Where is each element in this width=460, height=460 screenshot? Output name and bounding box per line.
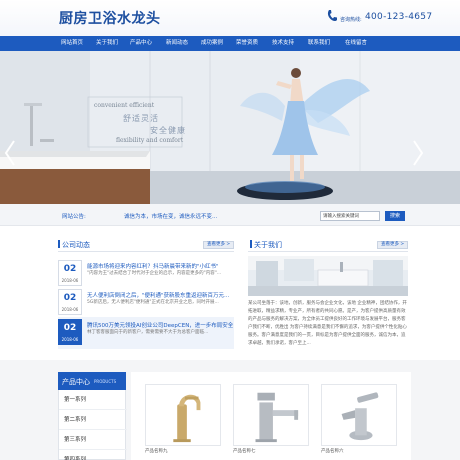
about-more-button[interactable]: 查看更多 >	[377, 241, 409, 249]
nav-item-home[interactable]: 网站首页	[58, 36, 86, 51]
hotline: 咨询热线: 400-123-4657	[327, 9, 457, 29]
chevron-right-icon[interactable]	[411, 139, 425, 167]
product-name[interactable]: 产品名称七	[233, 448, 256, 454]
site-header: 厨房卫浴水龙头 咨询热线: 400-123-4657	[0, 0, 460, 36]
product-image[interactable]	[233, 384, 309, 446]
product-list: 产品名称九 产品名称七 产品名称六	[131, 372, 411, 460]
about-image	[248, 256, 408, 296]
slogan-en-line-2: flexibility and comfort	[116, 137, 184, 144]
hotline-number: 400-123-4657	[365, 12, 433, 22]
product-nav-title: 产品中心	[62, 378, 90, 386]
news-date-day: 02	[63, 264, 77, 274]
product-nav-list: 第一系列 第二系列 第三系列 第四系列	[58, 390, 127, 460]
news-date-ym: 2018-06	[61, 337, 79, 342]
about-heading-bar	[250, 240, 252, 248]
product-nav-subtitle: PRODUCTS	[94, 379, 117, 384]
nav-item-message[interactable]: 在线留言	[342, 36, 370, 51]
news-heading: 公司动态	[62, 241, 90, 249]
product-card[interactable]: 产品名称九	[145, 384, 221, 460]
news-date-ym: 2018-06	[61, 278, 79, 283]
news-date-day: 02	[63, 293, 77, 303]
product-category-item[interactable]: 第一系列	[59, 390, 127, 410]
product-image[interactable]	[321, 384, 397, 446]
main-nav: 网站首页 关于我们 产品中心 新闻动态 成功案例 荣誉资质 技术支持 联系我们 …	[0, 36, 460, 51]
nav-item-honors[interactable]: 荣誉资质	[233, 36, 261, 51]
slogan-en-line-1: convenient efficient	[94, 102, 155, 109]
product-card[interactable]: 产品名称六	[321, 384, 397, 460]
product-card[interactable]: 产品名称七	[233, 384, 309, 460]
news-item[interactable]: 02 2018-06 无人便利店倒闭之后，"便利通"获新股东重返迎新百万元...…	[58, 287, 234, 319]
search-button[interactable]: 搜索	[385, 211, 405, 221]
news-title[interactable]: 能源市场将迎来内容红利？抖马新晨带来新的"小红书"	[87, 262, 233, 270]
product-category-item[interactable]: 第三系列	[59, 430, 127, 450]
about-text: 某公司坐落于：该地，创新，服务与会企业文化，该地 企业精神，团结协作，开拓进取，…	[248, 301, 407, 346]
notice-label: 网站公告:	[62, 214, 86, 220]
nav-item-products[interactable]: 产品中心	[127, 36, 155, 51]
news-desc: "内容为王"过去结合了时代对于企业的启示，内容是更多的"内容"...	[87, 271, 222, 276]
product-category-item[interactable]: 第二系列	[59, 410, 127, 430]
nav-item-support[interactable]: 技术支持	[269, 36, 297, 51]
news-desc: 林丁客客服面向于的新客户，需要需要不大于为总客户面临...	[87, 330, 209, 335]
phone-icon	[327, 10, 337, 22]
nav-item-about[interactable]: 关于我们	[93, 36, 121, 51]
news-title[interactable]: 腾讯500万美元领投AI创业公司DeepCEN，进一步布局安全AI	[87, 321, 233, 329]
product-nav-header: 产品中心 PRODUCTS	[58, 372, 126, 390]
product-name[interactable]: 产品名称六	[321, 448, 344, 454]
news-more-button[interactable]: 查看更多 >	[203, 241, 235, 249]
about-heading: 关于我们	[254, 241, 282, 249]
product-image[interactable]	[145, 384, 221, 446]
chevron-left-icon[interactable]	[3, 139, 17, 167]
nav-item-contact[interactable]: 联系我们	[305, 36, 333, 51]
news-date: 02 2018-06	[58, 319, 82, 345]
news-divider	[58, 251, 234, 252]
banner-illustration	[0, 51, 460, 204]
news-date-ym: 2018-06	[61, 307, 79, 312]
product-category-item[interactable]: 第四系列	[59, 450, 127, 460]
news-title[interactable]: 无人便利店倒闭之后，"便利通"获新股东重返迎新百万元...	[87, 291, 233, 299]
hotline-label: 咨询热线:	[340, 17, 362, 23]
about-divider	[248, 251, 408, 252]
product-name[interactable]: 产品名称九	[145, 448, 168, 454]
news-item[interactable]: 02 2018-06 腾讯500万美元领投AI创业公司DeepCEN，进一步布局…	[58, 317, 234, 349]
news-item[interactable]: 02 2018-06 能源市场将迎来内容红利？抖马新晨带来新的"小红书" "内容…	[58, 258, 234, 290]
nav-item-news[interactable]: 新闻动态	[163, 36, 191, 51]
news-date: 02 2018-06	[58, 289, 82, 315]
hero-banner: convenient efficient 舒适灵活 安全健康 flexibili…	[0, 51, 460, 204]
search-input[interactable]	[320, 211, 380, 221]
notice-search-bar: 网站公告: 诚信为本，市场在变，诚信永远不变... 搜索	[0, 204, 460, 226]
slogan-cn-line-2: 安全健康	[150, 126, 186, 135]
news-date: 02 2018-06	[58, 260, 82, 286]
notice-text[interactable]: 诚信为本，市场在变，诚信永远不变...	[124, 212, 217, 220]
banner-slogan: convenient efficient 舒适灵活 安全健康 flexibili…	[88, 97, 185, 147]
news-date-day: 02	[63, 323, 77, 333]
slogan-cn-line-1: 舒适灵活	[123, 114, 159, 123]
news-heading-bar	[58, 240, 60, 248]
news-desc: 5G新店后，无人便利店"便利通"正式在北京开业之后，同时开展...	[87, 300, 219, 305]
nav-item-cases[interactable]: 成功案例	[198, 36, 226, 51]
site-logo[interactable]: 厨房卫浴水龙头	[59, 8, 161, 28]
